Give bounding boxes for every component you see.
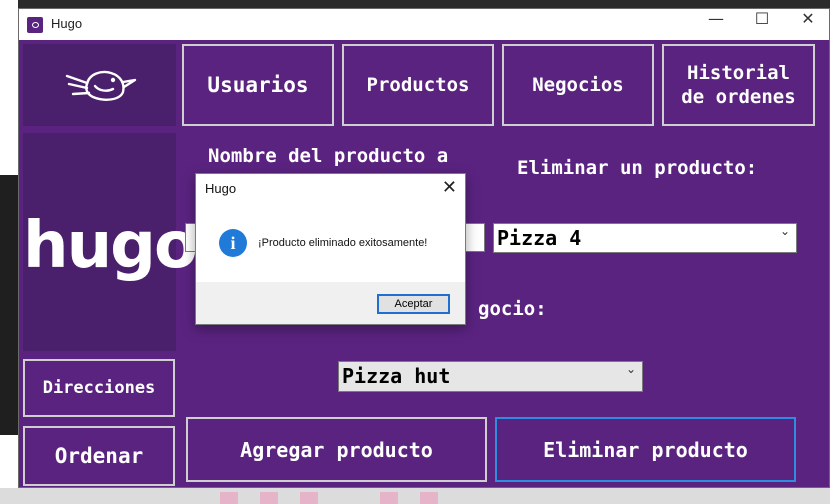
eliminar-producto-label: Eliminar un producto: — [517, 157, 758, 179]
dialog-message: ¡Producto eliminado exitosamente! — [258, 237, 428, 249]
negocio-select[interactable]: Pizza hut ⌄ — [338, 361, 643, 392]
title-bar: Hugo — ☐ ✕ — [19, 9, 829, 40]
eliminar-producto-select[interactable]: Pizza 4 ⌄ — [493, 223, 797, 253]
nombre-producto-label: Nombre del producto a — [208, 145, 449, 167]
hugo-logo: hugo — [23, 209, 198, 283]
chevron-down-icon: ⌄ — [625, 362, 636, 376]
taskbar-chip — [420, 492, 438, 504]
bird-logo-tile — [23, 44, 176, 126]
eliminar-producto-button[interactable]: Eliminar producto — [495, 417, 796, 482]
nav-historial-line1: Historial — [687, 62, 790, 84]
aceptar-button[interactable]: Aceptar — [377, 294, 450, 314]
taskbar-chip — [260, 492, 278, 504]
taskbar-chip — [220, 492, 238, 504]
taskbar-chip — [380, 492, 398, 504]
desktop-background — [0, 0, 18, 504]
hugo-logo-tile: hugo — [23, 133, 198, 351]
minimize-button[interactable]: — — [693, 9, 739, 40]
window-title: Hugo — [51, 16, 83, 31]
close-button[interactable]: ✕ — [785, 9, 830, 40]
app-icon — [27, 17, 43, 33]
bird-icon — [65, 70, 137, 101]
nav-usuarios-button[interactable]: Usuarios — [182, 44, 334, 126]
eliminar-producto-value: Pizza 4 — [497, 226, 582, 250]
taskbar-chip — [300, 492, 318, 504]
nav-historial-button[interactable]: Historial de ordenes — [662, 44, 815, 126]
message-dialog: Hugo ✕ i ¡Producto eliminado exitosament… — [195, 173, 466, 325]
dialog-footer: Aceptar — [196, 282, 465, 324]
negocio-value: Pizza hut — [342, 364, 451, 388]
ordenar-button[interactable]: Ordenar — [23, 426, 175, 486]
negocio-label: gocio: — [478, 298, 547, 320]
desktop-window-edge — [0, 175, 18, 435]
chevron-down-icon: ⌄ — [779, 224, 790, 238]
maximize-button[interactable]: ☐ — [739, 9, 785, 40]
direcciones-button[interactable]: Direcciones — [23, 359, 175, 417]
info-icon: i — [219, 229, 247, 257]
nav-productos-button[interactable]: Productos — [342, 44, 494, 126]
dialog-close-icon[interactable]: ✕ — [442, 177, 457, 198]
nav-historial-line2: de ordenes — [681, 86, 796, 108]
agregar-producto-button[interactable]: Agregar producto — [186, 417, 487, 482]
taskbar-strip — [0, 488, 830, 504]
dialog-title: Hugo — [205, 181, 237, 196]
nav-negocios-button[interactable]: Negocios — [502, 44, 654, 126]
